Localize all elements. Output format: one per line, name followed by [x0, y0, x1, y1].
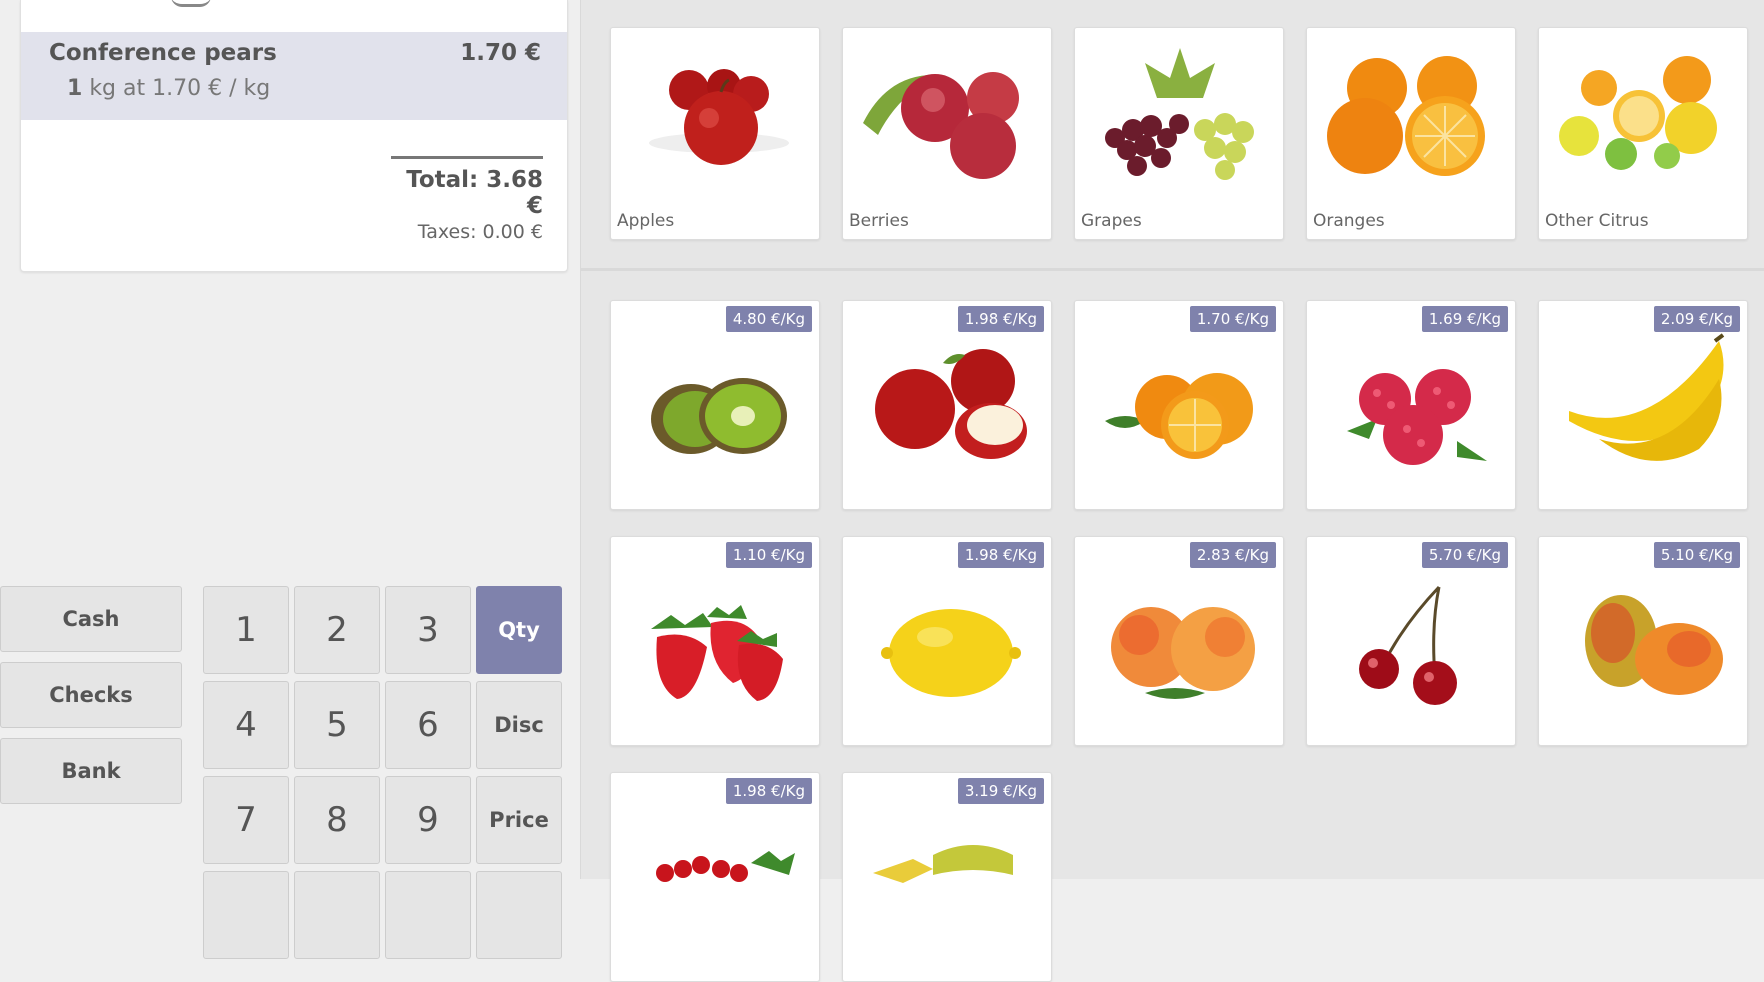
product-raspberry-price: 1.69 €/Kg	[1421, 306, 1508, 332]
lemon-image	[881, 609, 1021, 697]
category-separator	[580, 268, 1764, 271]
category-other-citrus[interactable]: Other Citrus	[1538, 27, 1748, 240]
numpad-key-partial[interactable]	[476, 871, 562, 959]
order-line-product: Conference pears	[49, 40, 277, 66]
product-cherry-price: 5.70 €/Kg	[1421, 542, 1508, 568]
orange-image	[1105, 373, 1253, 459]
product-redcurrant[interactable]: 1.98 €/Kg	[610, 772, 820, 982]
mode-disc-button[interactable]: Disc	[476, 681, 562, 769]
numpad-key-7[interactable]: 7	[203, 776, 289, 864]
cherry-image	[1359, 585, 1457, 705]
kiwi-image	[651, 378, 787, 454]
product-lemon-price: 1.98 €/Kg	[957, 542, 1044, 568]
product-peach[interactable]: 2.83 €/Kg	[1074, 536, 1284, 746]
product-strawberry[interactable]: 1.10 €/Kg	[610, 536, 820, 746]
numpad-key-9[interactable]: 9	[385, 776, 471, 864]
order-line-unit-info: kg at 1.70 € / kg	[89, 76, 271, 101]
product-kiwi-price: 4.80 €/Kg	[725, 306, 812, 332]
banana-image	[1569, 333, 1725, 461]
product-redcurrant-price: 1.98 €/Kg	[725, 778, 812, 804]
oranges-image	[1327, 56, 1485, 176]
product-peach-price: 2.83 €/Kg	[1189, 542, 1276, 568]
product-starfruit[interactable]: 3.19 €/Kg	[842, 772, 1052, 982]
product-banana[interactable]: 2.09 €/Kg	[1538, 300, 1748, 510]
order-taxes: Taxes: 0.00 €	[417, 221, 543, 243]
product-orange-price: 1.70 €/Kg	[1189, 306, 1276, 332]
peach-image	[1111, 607, 1255, 699]
numpad-key-partial[interactable]	[203, 871, 289, 959]
numpad-key-8[interactable]: 8	[294, 776, 380, 864]
product-kiwi[interactable]: 4.80 €/Kg	[610, 300, 820, 510]
product-red-apple-price: 1.98 €/Kg	[957, 306, 1044, 332]
product-lemon[interactable]: 1.98 €/Kg	[842, 536, 1052, 746]
product-mango-price: 5.10 €/Kg	[1653, 542, 1740, 568]
order-pane: Conference pears 1.70 € 1 kg at 1.70 € /…	[0, 0, 580, 959]
category-grapes-label: Grapes	[1081, 211, 1142, 231]
category-apples-label: Apples	[617, 211, 675, 231]
scroll-indicator	[171, 0, 211, 7]
redcurrant-image	[656, 851, 795, 882]
product-orange[interactable]: 1.70 €/Kg	[1074, 300, 1284, 510]
product-banana-price: 2.09 €/Kg	[1653, 306, 1740, 332]
product-cherry[interactable]: 5.70 €/Kg	[1306, 536, 1516, 746]
product-red-apple[interactable]: 1.98 €/Kg	[842, 300, 1052, 510]
starfruit-image	[873, 845, 1013, 883]
numpad-key-1[interactable]: 1	[203, 586, 289, 674]
mode-qty-button[interactable]: Qty	[476, 586, 562, 674]
product-strawberry-price: 1.10 €/Kg	[725, 542, 812, 568]
numpad-key-6[interactable]: 6	[385, 681, 471, 769]
order-line-info: 1 kg at 1.70 € / kg	[67, 76, 270, 101]
numpad-key-4[interactable]: 4	[203, 681, 289, 769]
order-line-selected[interactable]: Conference pears 1.70 € 1 kg at 1.70 € /…	[21, 32, 567, 120]
category-berries-label: Berries	[849, 211, 909, 231]
payment-bank-button[interactable]: Bank	[0, 738, 182, 804]
order-summary: Total: 3.68 € Taxes: 0.00 €	[391, 156, 543, 243]
berries-image	[863, 72, 1019, 179]
category-oranges[interactable]: Oranges	[1306, 27, 1516, 240]
category-grapes[interactable]: Grapes	[1074, 27, 1284, 240]
numpad-key-partial[interactable]	[294, 871, 380, 959]
category-other-citrus-label: Other Citrus	[1545, 211, 1649, 231]
raspberry-image	[1347, 369, 1487, 465]
category-oranges-label: Oranges	[1313, 211, 1385, 231]
category-berries[interactable]: Berries	[842, 27, 1052, 240]
mode-price-button[interactable]: Price	[476, 776, 562, 864]
order-ticket: Conference pears 1.70 € 1 kg at 1.70 € /…	[20, 0, 568, 272]
strawberry-image	[651, 605, 783, 701]
order-total: Total: 3.68 €	[406, 167, 543, 219]
citrus-image	[1559, 56, 1717, 170]
numpad-key-3[interactable]: 3	[385, 586, 471, 674]
red-apple-image	[875, 349, 1027, 459]
product-starfruit-price: 3.19 €/Kg	[957, 778, 1044, 804]
payment-checks-button[interactable]: Checks	[0, 662, 182, 728]
payment-cash-button[interactable]: Cash	[0, 586, 182, 652]
mango-image	[1585, 595, 1723, 695]
order-line-price: 1.70 €	[460, 40, 541, 66]
numpad-key-partial[interactable]	[385, 871, 471, 959]
product-raspberry[interactable]: 1.69 €/Kg	[1306, 300, 1516, 510]
category-apples[interactable]: Apples	[610, 27, 820, 240]
numpad-key-5[interactable]: 5	[294, 681, 380, 769]
apples-image	[649, 69, 789, 165]
grapes-image	[1105, 48, 1254, 180]
numpad-key-2[interactable]: 2	[294, 586, 380, 674]
product-mango[interactable]: 5.10 €/Kg	[1538, 536, 1748, 746]
order-line-qty: 1	[67, 76, 83, 101]
